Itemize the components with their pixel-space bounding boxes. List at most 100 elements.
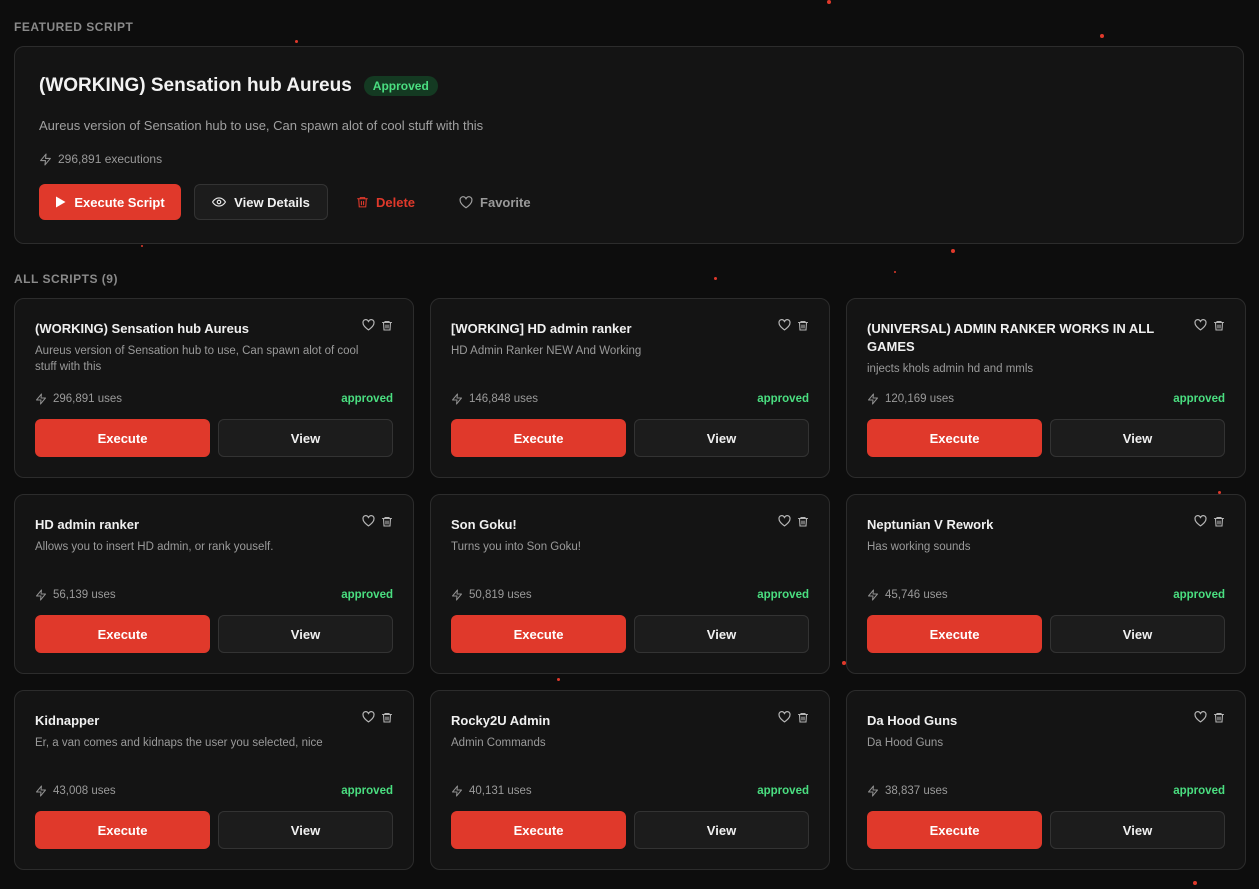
script-title: [WORKING] HD admin ranker — [451, 321, 632, 336]
background-particle — [1193, 881, 1197, 885]
script-description: HD Admin Ranker NEW And Working — [451, 345, 642, 357]
script-status: approved — [757, 393, 809, 405]
favorite-heart-icon[interactable] — [778, 515, 791, 528]
favorite-heart-icon[interactable] — [778, 711, 791, 724]
delete-button[interactable]: Delete — [342, 184, 429, 220]
script-uses-count: 296,891 uses — [53, 393, 123, 405]
execute-button[interactable]: Execute — [451, 811, 626, 849]
script-uses: 40,131 uses — [451, 785, 532, 797]
view-button[interactable]: View — [1050, 811, 1225, 849]
script-card: Kidnapper Er, a van comes and kidnaps th… — [14, 690, 414, 870]
script-status: approved — [341, 785, 393, 797]
lightning-icon — [451, 785, 463, 797]
script-title: Rocky2U Admin — [451, 713, 551, 728]
view-button[interactable]: View — [218, 419, 393, 457]
execute-button[interactable]: Execute — [35, 419, 210, 457]
script-description: Aureus version of Sensation hub to use, … — [35, 345, 359, 373]
script-description: Er, a van comes and kidnaps the user you… — [35, 737, 323, 749]
delete-trash-icon[interactable] — [381, 515, 393, 528]
eye-icon — [212, 195, 227, 209]
execute-button[interactable]: Execute — [35, 615, 210, 653]
view-button[interactable]: View — [634, 615, 809, 653]
view-button[interactable]: View — [634, 419, 809, 457]
script-uses-count: 146,848 uses — [469, 393, 539, 405]
execute-button[interactable]: Execute — [867, 419, 1042, 457]
lightning-icon — [39, 153, 52, 166]
delete-trash-icon[interactable] — [797, 711, 809, 724]
execute-button[interactable]: Execute — [867, 615, 1042, 653]
script-card: Neptunian V Rework Has working sounds 45… — [846, 494, 1246, 674]
script-card: HD admin ranker Allows you to insert HD … — [14, 494, 414, 674]
lightning-icon — [451, 393, 463, 405]
featured-script-card: (WORKING) Sensation hub Aureus Approved … — [14, 46, 1244, 244]
script-status: approved — [1173, 589, 1225, 601]
view-details-label: View Details — [234, 194, 310, 210]
favorite-heart-icon[interactable] — [1194, 711, 1207, 724]
lightning-icon — [867, 785, 879, 797]
scripts-grid: (WORKING) Sensation hub Aureus Aureus ve… — [14, 298, 1246, 870]
featured-title: (WORKING) Sensation hub Aureus — [39, 75, 352, 96]
view-details-button[interactable]: View Details — [194, 184, 328, 220]
card-icon-actions — [1194, 319, 1225, 332]
execute-button[interactable]: Execute — [451, 419, 626, 457]
delete-trash-icon[interactable] — [797, 319, 809, 332]
lightning-icon — [35, 393, 47, 405]
delete-trash-icon[interactable] — [1213, 515, 1225, 528]
view-button[interactable]: View — [1050, 615, 1225, 653]
script-status: approved — [757, 589, 809, 601]
script-uses-count: 40,131 uses — [469, 785, 532, 797]
background-particle — [141, 245, 143, 247]
view-button[interactable]: View — [218, 811, 393, 849]
execute-button[interactable]: Execute — [867, 811, 1042, 849]
background-particle — [827, 0, 831, 4]
favorite-heart-icon[interactable] — [778, 319, 791, 332]
script-title: Son Goku! — [451, 517, 517, 532]
delete-trash-icon[interactable] — [1213, 711, 1225, 724]
delete-trash-icon[interactable] — [381, 711, 393, 724]
favorite-heart-icon[interactable] — [362, 319, 375, 332]
script-title: (UNIVERSAL) ADMIN RANKER WORKS IN ALL GA… — [867, 321, 1154, 354]
script-card: Son Goku! Turns you into Son Goku! 50,81… — [430, 494, 830, 674]
execute-script-label: Execute Script — [74, 194, 165, 210]
featured-description: Aureus version of Sensation hub to use, … — [39, 118, 484, 133]
delete-trash-icon[interactable] — [1213, 319, 1225, 332]
featured-actions: Execute Script View Details Delete Favor… — [39, 184, 545, 220]
script-title: HD admin ranker — [35, 517, 140, 532]
script-title: Da Hood Guns — [867, 713, 958, 728]
script-uses-count: 50,819 uses — [469, 589, 532, 601]
favorite-button[interactable]: Favorite — [445, 184, 545, 220]
delete-trash-icon[interactable] — [797, 515, 809, 528]
execute-button[interactable]: Execute — [451, 615, 626, 653]
lightning-icon — [867, 589, 879, 601]
favorite-heart-icon[interactable] — [362, 515, 375, 528]
view-button[interactable]: View — [634, 811, 809, 849]
script-description: Da Hood Guns — [867, 737, 944, 749]
favorite-heart-icon[interactable] — [362, 711, 375, 724]
background-particle — [894, 271, 896, 273]
script-title: Kidnapper — [35, 713, 100, 728]
script-title: Neptunian V Rework — [867, 517, 994, 532]
script-uses: 296,891 uses — [35, 393, 122, 405]
delete-trash-icon[interactable] — [381, 319, 393, 332]
featured-executions: 296,891 executions — [39, 152, 162, 166]
script-description: Turns you into Son Goku! — [451, 541, 581, 553]
view-button[interactable]: View — [1050, 419, 1225, 457]
background-particle — [714, 277, 717, 280]
script-description: Has working sounds — [867, 541, 971, 553]
favorite-heart-icon[interactable] — [1194, 515, 1207, 528]
script-uses: 38,837 uses — [867, 785, 948, 797]
execute-script-button[interactable]: Execute Script — [39, 184, 181, 220]
featured-section-label: FEATURED SCRIPT — [14, 20, 134, 34]
background-particle — [1100, 34, 1104, 38]
featured-title-row: (WORKING) Sensation hub Aureus Approved — [39, 75, 438, 97]
script-status: approved — [341, 393, 393, 405]
lightning-icon — [451, 589, 463, 601]
card-icon-actions — [362, 515, 393, 528]
script-uses-count: 38,837 uses — [885, 785, 948, 797]
script-description: injects khols admin hd and mmls — [867, 363, 1034, 375]
script-status: approved — [757, 785, 809, 797]
view-button[interactable]: View — [218, 615, 393, 653]
execute-button[interactable]: Execute — [35, 811, 210, 849]
favorite-heart-icon[interactable] — [1194, 319, 1207, 332]
card-icon-actions — [778, 711, 809, 724]
